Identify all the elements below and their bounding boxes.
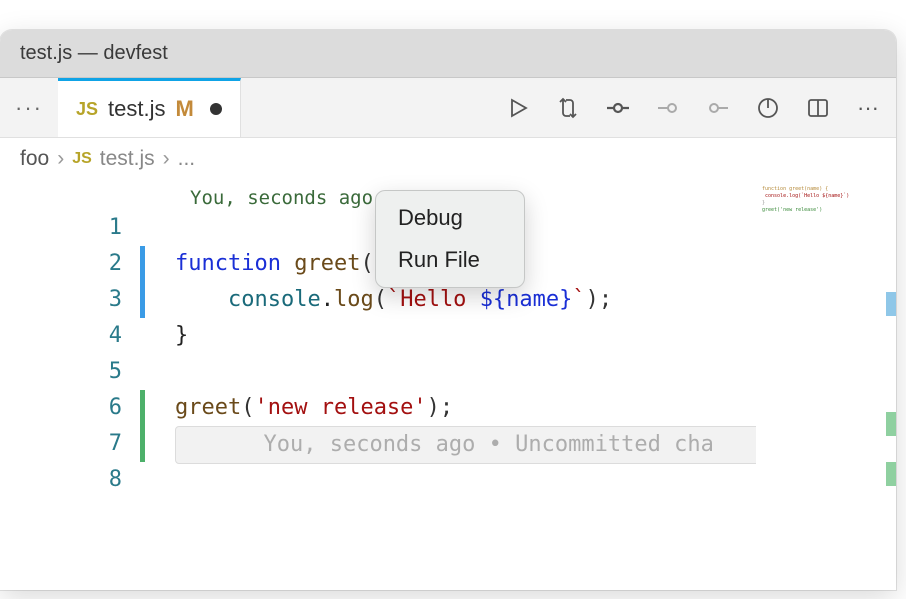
dirty-dot-icon [210,103,222,115]
line-number: 6 [0,390,140,426]
line-number: 5 [0,354,140,390]
menu-item-debug[interactable]: Debug [382,197,518,239]
breadcrumb-tail: ... [178,147,196,171]
overflow-left-icon[interactable]: ··· [0,78,58,137]
diff-gutter-added [140,246,145,282]
line-number: 2 [0,246,140,282]
prev-commit-icon[interactable] [654,94,682,122]
play-icon[interactable] [504,94,532,122]
line-number: 8 [0,462,140,498]
diff-gutter-added [140,426,145,462]
next-commit-icon[interactable] [704,94,732,122]
js-file-icon: JS [72,150,92,168]
window-titlebar: test.js — devfest [0,30,896,78]
line-number: 3 [0,282,140,318]
minimap-marker [886,412,896,436]
minimap[interactable]: function greet(name) { console.log(`Hell… [756,182,896,590]
line-number: 7 [0,426,140,462]
more-actions-icon[interactable]: ··· [854,94,882,122]
tab-testjs[interactable]: JS test.js M [58,78,241,137]
breadcrumb[interactable]: foo › JS test.js › ... [0,138,896,180]
editor-window: test.js — devfest ··· JS test.js M [0,30,896,590]
chevron-right-icon: › [57,147,64,171]
js-file-icon: JS [76,99,98,120]
breadcrumb-file: test.js [100,147,155,171]
diff-gutter-added [140,390,145,426]
blame-annotation-inline: You, seconds ago • Uncommitted cha [184,432,714,457]
minimap-marker [886,462,896,486]
breadcrumb-folder: foo [20,147,49,171]
code-line: greet('new release'); [175,390,453,426]
run-context-menu: Debug Run File [375,190,525,288]
menu-item-run-file[interactable]: Run File [382,239,518,281]
tab-filename: test.js [108,96,165,122]
compare-changes-icon[interactable] [554,94,582,122]
modified-badge: M [176,96,194,122]
window-title: test.js — devfest [20,42,168,65]
minimap-marker [886,292,896,316]
timeline-icon[interactable] [754,94,782,122]
split-editor-icon[interactable] [804,94,832,122]
editor-toolbar: ··· [504,78,882,137]
line-number: 4 [0,318,140,354]
tab-bar: ··· JS test.js M [0,78,896,138]
code-line: } [175,318,188,354]
chevron-right-icon: › [163,147,170,171]
line-number: 1 [0,210,140,246]
diff-gutter-added [140,282,145,318]
current-line-highlight: You, seconds ago • Uncommitted cha [175,426,765,464]
git-commit-icon[interactable] [604,94,632,122]
